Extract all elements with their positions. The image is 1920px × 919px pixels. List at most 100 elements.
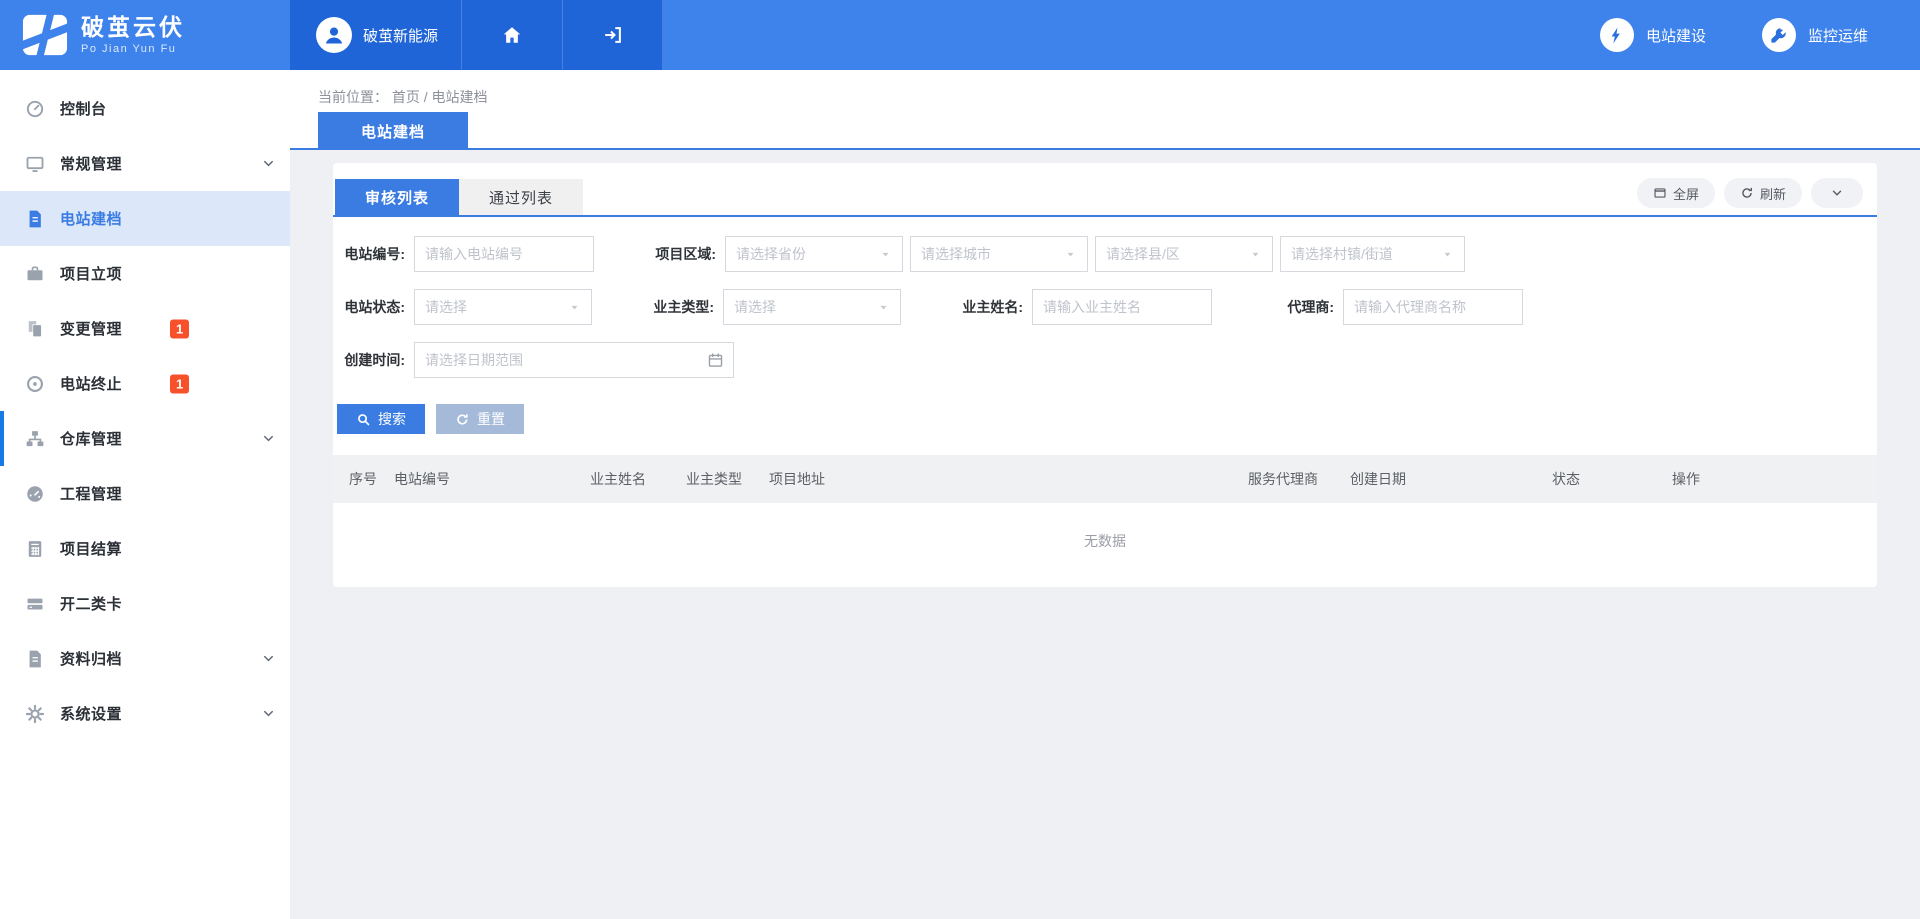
col-owner-type: 业主类型 <box>686 469 769 489</box>
created-time-label: 创建时间: <box>335 350 405 370</box>
user-account-button[interactable]: 破茧新能源 <box>290 0 462 70</box>
nav-station-construction[interactable]: 电站建设 <box>1600 18 1706 52</box>
bolt-icon <box>1607 26 1626 45</box>
city-select[interactable]: 请选择城市 <box>910 236 1088 272</box>
sidebar-item-change-mgmt[interactable]: 变更管理 1 <box>0 301 290 356</box>
notification-badge: 1 <box>170 319 189 338</box>
nav-label: 电站建设 <box>1646 25 1706 46</box>
col-owner-name: 业主姓名 <box>590 469 686 489</box>
sidebar-item-warehouse-mgmt[interactable]: 仓库管理 <box>0 411 290 466</box>
sidebar: 控制台 常规管理 电站建档 项目立项 变更管理 1 电站终止 1 仓库管理 工程… <box>0 70 290 919</box>
brand-logo: 破茧云伏 Po Jian Yun Fu <box>0 0 290 70</box>
station-status-select[interactable]: 请选择 <box>414 289 592 325</box>
logout-button[interactable] <box>563 0 663 70</box>
search-icon <box>356 412 371 427</box>
owner-name-label: 业主姓名: <box>953 297 1023 317</box>
sidebar-item-system-settings[interactable]: 系统设置 <box>0 686 290 741</box>
caret-down-icon <box>1064 248 1077 261</box>
breadcrumb: 当前位置： 首页 / 电站建档 <box>290 70 1920 107</box>
brand-name: 破茧云伏 <box>81 15 185 40</box>
station-status-placeholder: 请选择 <box>425 297 467 317</box>
copy-icon <box>25 319 45 339</box>
wrench-icon-circle <box>1762 18 1796 52</box>
header-user-strip: 破茧新能源 <box>290 0 663 70</box>
page-topbar: 当前位置： 首页 / 电站建档 电站建档 <box>290 70 1920 150</box>
village-select-placeholder: 请选择村镇/街道 <box>1291 244 1393 264</box>
refresh-icon <box>1740 186 1754 200</box>
sidebar-item-type2-card[interactable]: 开二类卡 <box>0 576 290 631</box>
user-icon <box>322 23 346 47</box>
company-name: 破茧新能源 <box>363 25 438 46</box>
chevron-down-icon <box>261 156 276 171</box>
county-select-placeholder: 请选择县/区 <box>1106 244 1180 264</box>
col-station-no: 电站编号 <box>394 469 590 489</box>
reset-icon <box>455 412 470 427</box>
caret-down-icon <box>877 301 890 314</box>
chevron-down-icon <box>261 651 276 666</box>
col-actions: 操作 <box>1672 469 1877 489</box>
tab-review-list[interactable]: 审核列表 <box>335 179 459 215</box>
calculator-icon <box>25 539 45 559</box>
fullscreen-button[interactable]: 全屏 <box>1637 178 1715 208</box>
sidebar-item-project-settlement[interactable]: 项目结算 <box>0 521 290 576</box>
sidebar-item-label: 工程管理 <box>60 483 122 504</box>
archive-icon <box>25 649 45 669</box>
content-card: 审核列表 通过列表 全屏 刷新 电站编号: <box>333 163 1877 587</box>
sidebar-item-console[interactable]: 控制台 <box>0 81 290 136</box>
sidebar-item-label: 项目结算 <box>60 538 122 559</box>
document-icon <box>25 209 45 229</box>
sidebar-item-project-initiation[interactable]: 项目立项 <box>0 246 290 301</box>
disc-icon <box>25 374 45 394</box>
sidebar-item-label: 资料归档 <box>60 648 122 669</box>
caret-down-icon <box>1441 248 1454 261</box>
sidebar-item-station-filing[interactable]: 电站建档 <box>0 191 290 246</box>
search-button[interactable]: 搜索 <box>337 404 425 434</box>
header-right-nav: 电站建设 监控运维 <box>663 0 1920 70</box>
col-service-agent: 服务代理商 <box>1248 469 1350 489</box>
sidebar-item-label: 仓库管理 <box>60 428 122 449</box>
sidebar-item-station-termination[interactable]: 电站终止 1 <box>0 356 290 411</box>
brand-subtitle: Po Jian Yun Fu <box>81 43 185 55</box>
wrench-icon <box>1769 26 1788 45</box>
reset-button-label: 重置 <box>477 409 505 429</box>
logout-icon <box>602 24 624 46</box>
sitemap-icon <box>25 429 45 449</box>
nav-label: 监控运维 <box>1808 25 1868 46</box>
filter-form: 电站编号: 项目区域: 请选择省份 请选择城市 请选择县/区 <box>333 217 1877 434</box>
owner-type-select[interactable]: 请选择 <box>723 289 901 325</box>
county-select[interactable]: 请选择县/区 <box>1095 236 1273 272</box>
owner-name-input[interactable] <box>1032 289 1212 325</box>
col-project-address: 项目地址 <box>769 469 1248 489</box>
sidebar-item-label: 变更管理 <box>60 318 122 339</box>
station-no-label: 电站编号: <box>335 244 405 264</box>
bolt-icon-circle <box>1600 18 1634 52</box>
sidebar-item-engineering-mgmt[interactable]: 工程管理 <box>0 466 290 521</box>
monitor-icon <box>25 154 45 174</box>
refresh-button[interactable]: 刷新 <box>1724 178 1802 208</box>
province-select[interactable]: 请选择省份 <box>725 236 903 272</box>
caret-down-icon <box>1249 248 1262 261</box>
table-header-row: 序号 电站编号 业主姓名 业主类型 项目地址 服务代理商 创建日期 状态 操作 <box>333 455 1877 503</box>
date-range-input[interactable] <box>414 342 734 378</box>
sidebar-item-data-archive[interactable]: 资料归档 <box>0 631 290 686</box>
sidebar-item-general-mgmt[interactable]: 常规管理 <box>0 136 290 191</box>
agent-label: 代理商: <box>1264 297 1334 317</box>
village-select[interactable]: 请选择村镇/街道 <box>1280 236 1465 272</box>
owner-type-label: 业主类型: <box>644 297 714 317</box>
reset-button[interactable]: 重置 <box>436 404 524 434</box>
station-status-label: 电站状态: <box>335 297 405 317</box>
agent-input[interactable] <box>1343 289 1523 325</box>
sidebar-item-label: 电站终止 <box>60 373 122 394</box>
search-button-label: 搜索 <box>378 409 406 429</box>
page-title-tab[interactable]: 电站建档 <box>318 112 468 150</box>
collapse-button[interactable] <box>1811 178 1863 208</box>
refresh-label: 刷新 <box>1760 184 1786 203</box>
home-button[interactable] <box>462 0 563 70</box>
region-selects: 请选择省份 请选择城市 请选择县/区 请选择村镇/街道 <box>725 236 1465 272</box>
breadcrumb-prefix: 当前位置： <box>318 89 388 105</box>
main-content: 当前位置： 首页 / 电站建档 电站建档 审核列表 通过列表 全屏 刷新 <box>290 70 1920 919</box>
nav-monitoring-ops[interactable]: 监控运维 <box>1762 18 1868 52</box>
station-no-input[interactable] <box>414 236 594 272</box>
caret-down-icon <box>879 248 892 261</box>
tab-passed-list[interactable]: 通过列表 <box>459 179 583 215</box>
